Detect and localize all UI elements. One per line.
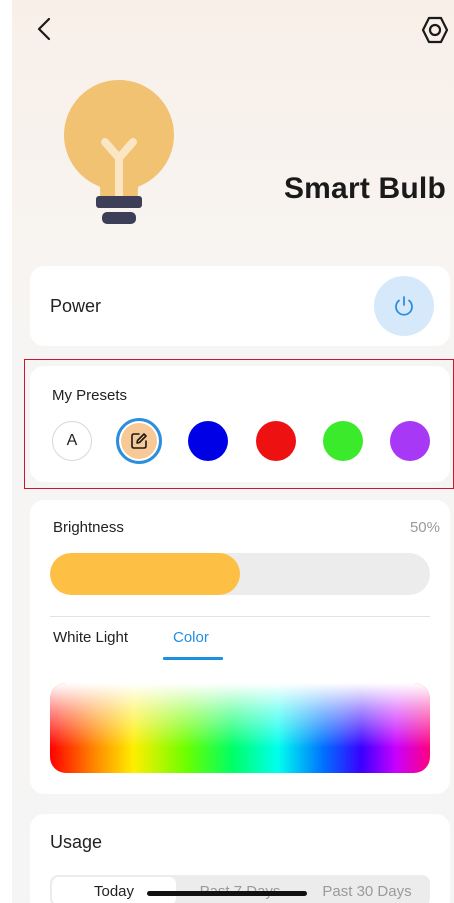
brightness-value: 50% (409, 519, 440, 536)
preset-auto-label: A (66, 432, 78, 449)
preset-blue[interactable] (188, 421, 228, 461)
power-button[interactable] (374, 276, 434, 336)
usage-period-tabs: Today Past 7 Days Past 30 Days (50, 875, 430, 903)
preset-custom-button[interactable] (116, 418, 162, 464)
app-screen: Smart Bulb Power My Presets A Brightness… (12, 0, 454, 903)
home-indicator (147, 891, 307, 896)
divider (50, 616, 430, 617)
light-bulb-icon (56, 78, 182, 234)
back-button[interactable] (30, 14, 60, 44)
preset-red[interactable] (256, 421, 296, 461)
usage-card: Usage Today Past 7 Days Past 30 Days (30, 814, 450, 903)
tab-white-light[interactable]: White Light (53, 629, 128, 646)
top-bar (12, 0, 454, 60)
color-picker[interactable] (50, 683, 430, 773)
hexagon-settings-icon (421, 16, 449, 44)
settings-button[interactable] (419, 14, 451, 46)
power-label: Power (50, 296, 102, 316)
preset-green[interactable] (323, 421, 363, 461)
active-tab-indicator (163, 657, 223, 660)
presets-card: My Presets A (30, 366, 450, 482)
edit-icon (131, 433, 147, 449)
preset-auto-button[interactable]: A (52, 421, 92, 461)
power-card: Power (30, 266, 450, 346)
brightness-label: Brightness (53, 519, 124, 536)
chevron-left-icon (37, 17, 51, 41)
tab-color[interactable]: Color (173, 629, 209, 646)
device-title: Smart Bulb (283, 172, 446, 205)
usage-tab-today[interactable]: Today (52, 877, 176, 903)
usage-tab-past-30-days[interactable]: Past 30 Days (304, 875, 430, 903)
power-icon (395, 296, 413, 316)
preset-purple[interactable] (390, 421, 430, 461)
usage-title: Usage (50, 832, 103, 852)
brightness-slider-fill (50, 553, 240, 595)
brightness-slider[interactable] (50, 553, 430, 595)
usage-tab-past-7-days[interactable]: Past 7 Days (177, 875, 303, 903)
presets-title: My Presets (52, 387, 128, 404)
light-control-card: Brightness 50% White Light Color (30, 500, 450, 794)
